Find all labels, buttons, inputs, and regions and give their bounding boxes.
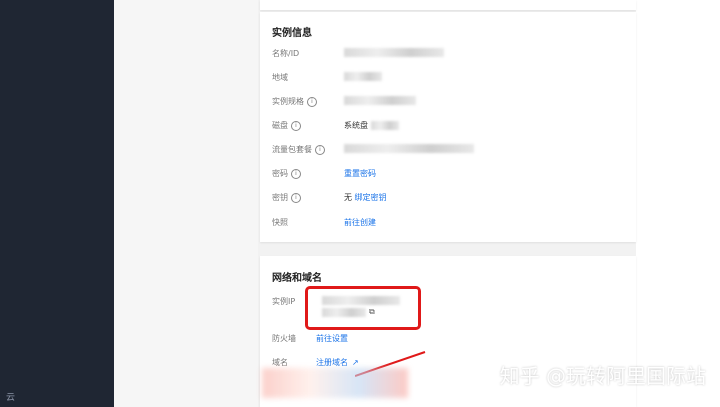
row-snapshot: 快照 前往创建 (272, 217, 636, 233)
value-disk: 系统盘 (344, 120, 399, 131)
label-password: 密码 i (272, 168, 301, 179)
create-snapshot-link[interactable]: 前往创建 (344, 217, 376, 228)
sidebar-bottom-text: 云 (6, 393, 16, 403)
value-name-id (344, 48, 444, 57)
info-icon[interactable]: i (291, 120, 301, 131)
value-spec (344, 96, 416, 105)
row-name-id: 名称/ID (272, 48, 636, 64)
info-icon[interactable]: i (291, 168, 301, 179)
row-firewall: 防火墙 前往设置 (272, 333, 636, 349)
label-traffic-package: 流量包套餐 i (272, 144, 325, 155)
sidebar: 云 (0, 0, 114, 407)
content-gutter (114, 0, 258, 407)
reset-password-link[interactable]: 重置密码 (344, 168, 376, 179)
info-icon[interactable]: i (291, 192, 301, 203)
value-domain: 注册域名 ↗ (316, 357, 359, 368)
label-key: 密钥 i (272, 192, 301, 203)
row-disk: 磁盘 i 系统盘 (272, 120, 636, 136)
value-region (344, 72, 382, 81)
row-region: 地域 (272, 72, 636, 88)
right-background (636, 0, 720, 407)
info-icon[interactable]: i (315, 144, 325, 155)
label-domain: 域名 (272, 358, 288, 367)
watermark: 知乎 @玩转阿里国际站 (499, 364, 706, 388)
label-spec: 实例规格 i (272, 96, 317, 107)
highlight-box (305, 286, 421, 330)
firewall-settings-link[interactable]: 前往设置 (316, 333, 348, 344)
network-title: 网络和域名 (272, 273, 322, 284)
value-traffic-package (344, 144, 474, 153)
row-key: 密钥 i 无 绑定密钥 (272, 192, 636, 208)
register-domain-link[interactable]: 注册域名 (316, 358, 348, 367)
label-instance-ip: 实例IP (272, 297, 296, 306)
row-traffic-package: 流量包套餐 i (272, 144, 636, 160)
label-name-id: 名称/ID (272, 49, 300, 58)
label-firewall: 防火墙 (272, 334, 296, 343)
label-snapshot: 快照 (272, 218, 288, 227)
instance-info-title: 实例信息 (272, 28, 312, 39)
label-region: 地域 (272, 73, 288, 82)
previous-card-bottom (260, 0, 636, 10)
row-password: 密码 i 重置密码 (272, 168, 636, 184)
instance-info-card: 实例信息 名称/ID 地域 实例规格 i 磁盘 i 系统盘 流量包套餐 i 密码 i 重… (260, 12, 636, 242)
annotation-smudge (262, 368, 408, 398)
info-icon[interactable]: i (307, 96, 317, 107)
bind-key-link[interactable]: 绑定密钥 (355, 193, 387, 202)
label-disk: 磁盘 i (272, 120, 301, 131)
value-key: 无 绑定密钥 (344, 193, 387, 202)
row-spec: 实例规格 i (272, 96, 636, 112)
